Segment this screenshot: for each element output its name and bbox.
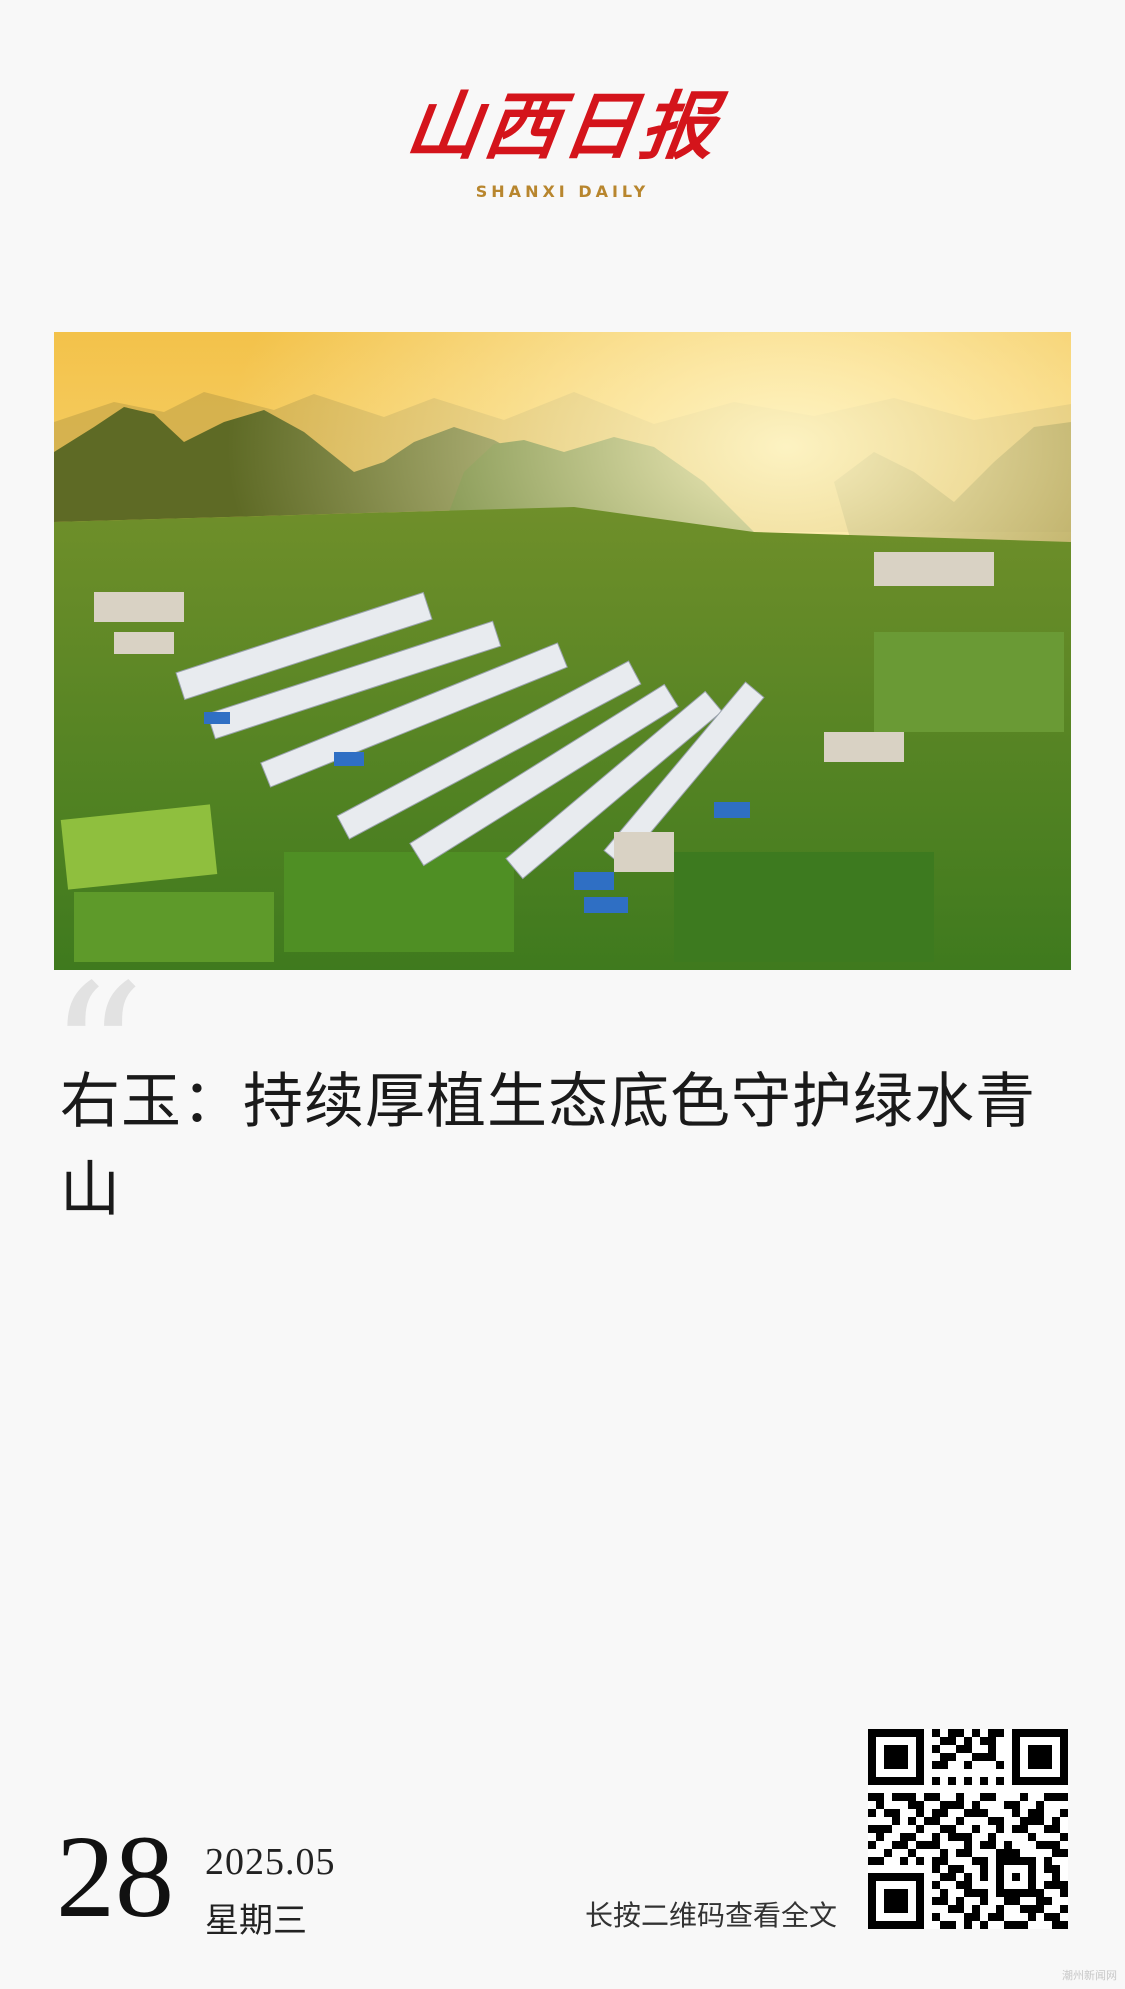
article-headline: 右玉：持续厚植生态底色守护绿水青山 xyxy=(60,1067,1036,1225)
masthead: 山西日报 SHANXI DAILY xyxy=(0,84,1125,201)
date-weekday: 星期三 xyxy=(205,1901,307,1941)
qr-code-icon[interactable] xyxy=(868,1729,1068,1929)
qr-hint-text: 长按二维码查看全文 xyxy=(585,1899,838,1932)
watermark: 潮州新闻网 xyxy=(1062,1969,1117,1982)
newspaper-logo-english: SHANXI DAILY xyxy=(475,182,650,201)
hero-image xyxy=(54,332,1071,970)
date-day: 28 xyxy=(56,1811,174,1942)
newspaper-logo: 山西日报 xyxy=(400,84,725,170)
village-landscape-photo xyxy=(54,332,1071,970)
date-year-month: 2025.05 xyxy=(205,1841,336,1883)
